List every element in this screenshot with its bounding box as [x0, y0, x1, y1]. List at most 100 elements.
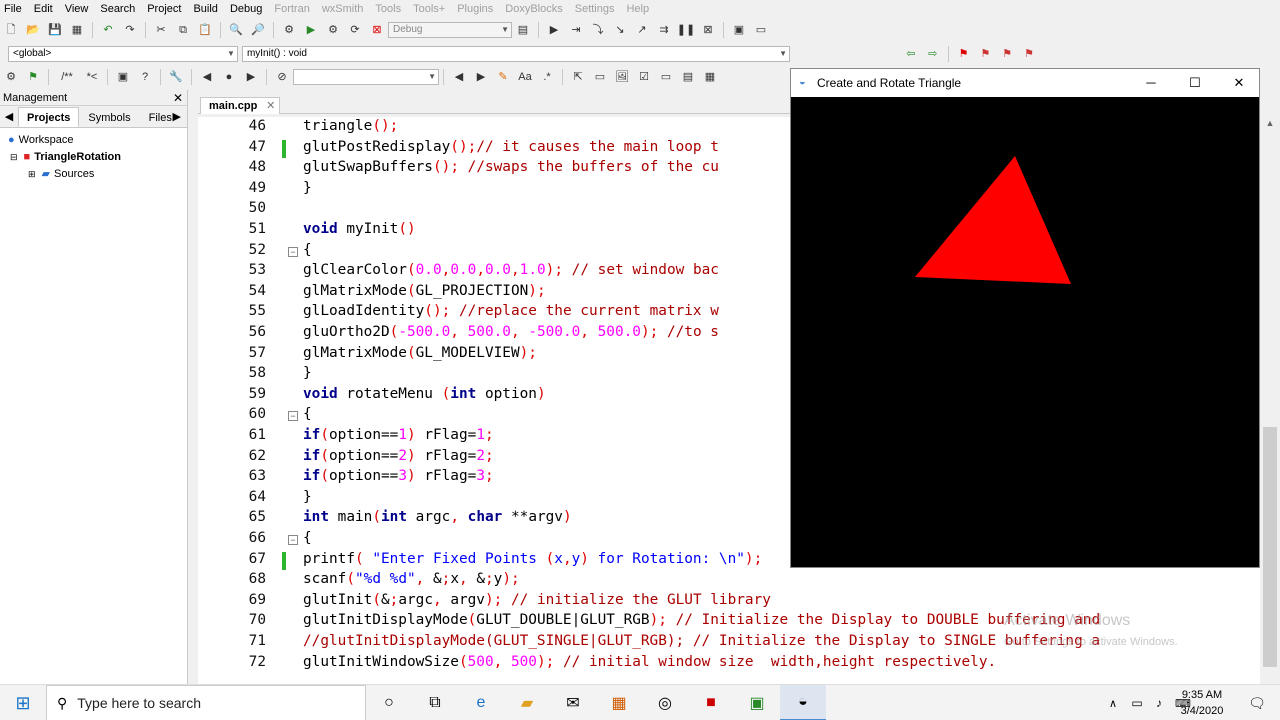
rect-icon[interactable]: ▭ — [592, 69, 608, 85]
code-line[interactable]: } — [303, 180, 312, 196]
debug-windows-icon[interactable]: ▣ — [731, 22, 747, 38]
code-line[interactable]: glMatrixMode(GL_MODELVIEW); — [303, 345, 537, 361]
menu-wxsmith[interactable]: wxSmith — [322, 3, 364, 15]
menu-file[interactable]: File — [4, 3, 22, 15]
bookmarks-icon[interactable]: ⚑ — [25, 69, 41, 85]
edge-icon[interactable]: e — [458, 685, 504, 720]
menu-debug[interactable]: Debug — [230, 3, 262, 15]
abort-icon[interactable]: ⊠ — [369, 22, 385, 38]
list-icon[interactable]: ▤ — [680, 69, 696, 85]
menu-tools-[interactable]: Tools+ — [413, 3, 445, 15]
regex-icon[interactable]: .* — [539, 69, 555, 85]
close-icon[interactable]: ✕ — [173, 90, 183, 106]
clear-icon[interactable]: ⊘ — [274, 69, 290, 85]
code-line[interactable]: glutInit(&;argc, argv); // initialize th… — [303, 592, 771, 608]
editor-scrollbar[interactable]: ▲ — [1260, 117, 1280, 684]
code-line[interactable]: glutSwapBuffers(); //swaps the buffers o… — [303, 159, 719, 175]
debug-run-icon[interactable]: ▶ — [546, 22, 562, 38]
close-tab-icon[interactable]: ✕ — [266, 98, 275, 114]
settings-icon[interactable]: ⚙ — [3, 69, 19, 85]
opengl-window[interactable]: ◒ Create and Rotate Triangle ─ ☐ ✕ — [790, 68, 1260, 568]
code-line[interactable]: if(option==2) rFlag=2; — [303, 448, 494, 464]
tree-sources[interactable]: ⊞ ▰ Sources — [0, 166, 187, 183]
code-line[interactable]: { — [303, 242, 312, 258]
volume-icon[interactable]: ♪ — [1148, 685, 1170, 720]
build-target-select[interactable]: Debug ▼ — [388, 22, 512, 38]
code-line[interactable]: scanf("%d %d", &;x, &;y); — [303, 571, 520, 587]
next-icon[interactable]: ▶ — [243, 69, 259, 85]
bookmark-prev-icon[interactable]: ⚑ — [977, 46, 993, 62]
run-icon[interactable]: ▶ — [303, 22, 319, 38]
open-icon[interactable]: 📂 — [25, 22, 41, 38]
redo-icon[interactable]: ↷ — [122, 22, 138, 38]
scroll-thumb[interactable] — [1263, 427, 1277, 667]
menu-settings[interactable]: Settings — [575, 3, 615, 15]
chrome-icon[interactable]: ◎ — [642, 685, 688, 720]
save-all-icon[interactable]: ▦ — [69, 22, 85, 38]
code-line[interactable]: printf( "Enter Fixed Points (x,y) for Ro… — [303, 551, 762, 567]
code-line[interactable]: } — [303, 489, 312, 505]
fold-icon[interactable]: − — [288, 246, 298, 257]
app-window-icon[interactable]: ▣ — [734, 685, 780, 720]
opengl-app-icon[interactable]: ◒ — [780, 685, 826, 720]
next-instruction-icon[interactable]: ⇉ — [656, 22, 672, 38]
code-line[interactable]: glMatrixMode(GL_PROJECTION); — [303, 283, 546, 299]
step-out-icon[interactable]: ↗ — [634, 22, 650, 38]
next-line-icon[interactable]: ⤵ — [590, 22, 606, 38]
file-explorer-icon[interactable]: ▰ — [504, 685, 550, 720]
cut-icon[interactable]: ✂ — [153, 22, 169, 38]
panel-icon[interactable]: ▦ — [702, 69, 718, 85]
code-line[interactable]: glLoadIdentity(); //replace the current … — [303, 303, 719, 319]
code-line[interactable]: void rotateMenu (int option) — [303, 386, 546, 402]
code-line[interactable]: } — [303, 365, 312, 381]
mail-icon[interactable]: ✉ — [550, 685, 596, 720]
comment-icon[interactable]: /** — [56, 69, 78, 85]
code-line[interactable]: glutInitDisplayMode(GLUT_DOUBLE|GLUT_RGB… — [303, 612, 1100, 628]
dot-icon[interactable]: ● — [221, 69, 237, 85]
tree-project[interactable]: ⊟ ■ TriangleRotation — [0, 149, 187, 166]
code-line[interactable]: glutPostRedisplay();// it causes the mai… — [303, 139, 719, 155]
search-combo[interactable]: ▼ — [293, 69, 439, 85]
menu-fortran[interactable]: Fortran — [274, 3, 309, 15]
network-icon[interactable]: ▭ — [1126, 685, 1148, 720]
save-icon[interactable]: 💾 — [47, 22, 63, 38]
fold-icon[interactable]: − — [288, 535, 298, 545]
collapse-icon[interactable]: ⊟ — [10, 149, 18, 166]
tab-main-cpp[interactable]: main.cpp ✕ — [200, 97, 281, 114]
uncomment-icon[interactable]: *< — [84, 69, 100, 85]
bookmark-clear-icon[interactable]: ⚑ — [1021, 46, 1037, 62]
tray-arrow-icon[interactable]: ∧ — [1100, 685, 1126, 720]
code-line[interactable]: void myInit() — [303, 221, 416, 237]
bookmark-toggle-icon[interactable]: ⚑ — [956, 46, 972, 62]
scope-select[interactable]: <global> ▼ — [8, 46, 238, 62]
info-icon[interactable]: ▭ — [753, 22, 769, 38]
close-window-icon[interactable]: ✕ — [1217, 69, 1261, 97]
doxy-wizard-icon[interactable]: ▣ — [115, 69, 131, 85]
menu-project[interactable]: Project — [147, 3, 181, 15]
select-icon[interactable]: ⇱ — [570, 69, 586, 85]
maximize-icon[interactable]: ☐ — [1173, 69, 1217, 97]
tab-scroll-left-icon[interactable]: ◀ — [0, 107, 18, 127]
code-line[interactable]: if(option==1) rFlag=1; — [303, 427, 494, 443]
wrench-icon[interactable]: 🔧 — [168, 69, 184, 85]
code-line[interactable]: gluOrtho2D(-500.0, 500.0, -500.0, 500.0)… — [303, 324, 719, 340]
checkbox-icon[interactable]: ☑ — [636, 69, 652, 85]
menu-tools[interactable]: Tools — [375, 3, 401, 15]
cortana-icon[interactable]: ○ — [366, 685, 412, 720]
prev-icon[interactable]: ◀ — [199, 69, 215, 85]
tab-projects[interactable]: Projects — [18, 107, 80, 127]
scroll-up-icon[interactable]: ▲ — [1262, 118, 1278, 128]
stop-icon[interactable]: ⊠ — [700, 22, 716, 38]
function-select[interactable]: myInit() : void ▼ — [241, 46, 790, 62]
expand-icon[interactable]: ⊞ — [28, 166, 36, 183]
code-line[interactable]: { — [303, 406, 312, 422]
image-icon[interactable]: 🖼 — [614, 69, 630, 85]
tree-workspace[interactable]: ● Workspace — [0, 132, 187, 149]
jump-back-icon[interactable]: ⇦ — [903, 46, 919, 62]
replace-icon[interactable]: 🔎 — [250, 22, 266, 38]
clock[interactable]: 9:35 AM 3/4/2020 — [1174, 687, 1230, 719]
windows-start-icon[interactable]: ⊞ — [0, 685, 46, 720]
copy-icon[interactable]: ⧉ — [175, 22, 191, 38]
code-line[interactable]: if(option==3) rFlag=3; — [303, 468, 494, 484]
codeblocks-icon[interactable]: ■ — [688, 685, 734, 720]
